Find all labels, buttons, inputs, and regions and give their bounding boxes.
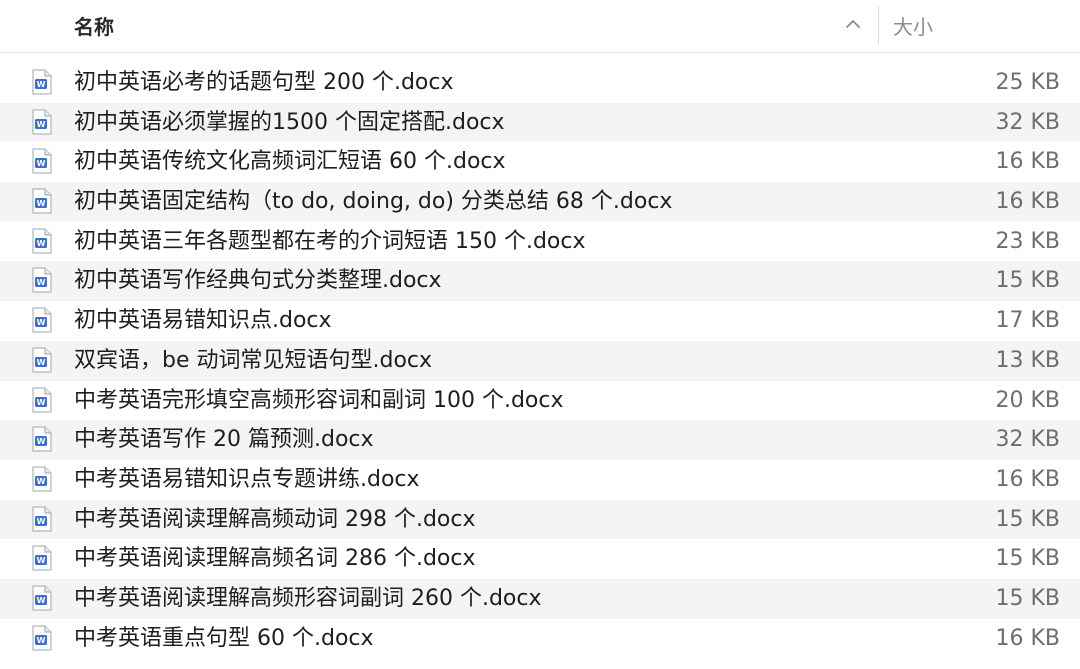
file-name: 初中英语固定结构（to do, doing, do) 分类总结 68 个.doc… [74, 189, 673, 215]
file-name: 中考英语阅读理解高频动词 298 个.docx [74, 506, 476, 532]
svg-text:W: W [37, 437, 46, 446]
file-row[interactable]: W 初中英语三年各题型都在考的介词短语 150 个.docx 23 KB [0, 222, 1080, 262]
file-size: 32 KB [995, 427, 1060, 453]
word-doc-icon: W [32, 506, 52, 532]
word-doc-icon: W [32, 347, 52, 373]
file-row[interactable]: W 中考英语阅读理解高频名词 286 个.docx 15 KB [0, 539, 1080, 579]
word-doc-icon: W [32, 109, 52, 135]
file-row[interactable]: W 中考英语重点句型 60 个.docx 16 KB [0, 619, 1080, 659]
file-size: 16 KB [995, 149, 1060, 175]
file-name: 初中英语写作经典句式分类整理.docx [74, 268, 442, 294]
word-doc-icon: W [32, 228, 52, 254]
word-doc-icon: W [32, 188, 52, 214]
svg-text:W: W [37, 80, 46, 89]
file-list: W 初中英语必考的话题句型 200 个.docx 25 KB W 初中英语必须掌… [0, 63, 1080, 658]
svg-text:W: W [37, 398, 46, 407]
file-row[interactable]: W 中考英语易错知识点专题讲练.docx 16 KB [0, 460, 1080, 500]
file-name: 中考英语完形填空高频形容词和副词 100 个.docx [74, 387, 564, 413]
svg-text:W: W [37, 556, 46, 565]
file-name: 中考英语阅读理解高频名词 286 个.docx [74, 546, 476, 572]
word-doc-icon: W [32, 585, 52, 611]
word-doc-icon: W [32, 307, 52, 333]
file-name: 中考英语写作 20 篇预测.docx [74, 427, 374, 453]
svg-text:W: W [37, 199, 46, 208]
file-size: 15 KB [995, 506, 1060, 532]
file-size: 15 KB [995, 268, 1060, 294]
file-row[interactable]: W 初中英语必考的话题句型 200 个.docx 25 KB [0, 63, 1080, 103]
file-row[interactable]: W 中考英语完形填空高频形容词和副词 100 个.docx 20 KB [0, 381, 1080, 421]
svg-text:W: W [37, 120, 46, 129]
word-doc-icon: W [32, 545, 52, 571]
svg-text:W: W [37, 358, 46, 367]
file-row[interactable]: W 初中英语固定结构（to do, doing, do) 分类总结 68 个.d… [0, 182, 1080, 222]
word-doc-icon: W [32, 426, 52, 452]
file-size: 16 KB [995, 466, 1060, 492]
file-row[interactable]: W 双宾语，be 动词常见短语句型.docx 13 KB [0, 340, 1080, 381]
file-size: 20 KB [995, 387, 1060, 413]
word-doc-icon: W [32, 625, 52, 651]
file-size: 25 KB [995, 70, 1060, 95]
file-name: 双宾语，be 动词常见短语句型.docx [74, 347, 433, 373]
file-row[interactable]: W 中考英语写作 20 篇预测.docx 32 KB [0, 420, 1080, 460]
word-doc-icon: W [32, 387, 52, 412]
word-doc-icon: W [32, 267, 52, 293]
file-name: 初中英语必考的话题句型 200 个.docx [74, 70, 454, 95]
file-name: 初中英语三年各题型都在考的介词短语 150 个.docx [74, 228, 586, 254]
svg-text:W: W [37, 278, 46, 287]
file-row[interactable]: W 中考英语阅读理解高频动词 298 个.docx 15 KB [0, 499, 1080, 540]
file-size: 15 KB [995, 585, 1060, 611]
file-size: 23 KB [995, 228, 1060, 254]
column-header-name[interactable]: 名称 [74, 11, 114, 40]
file-row[interactable]: W 初中英语必须掌握的1500 个固定搭配.docx 32 KB [0, 102, 1080, 143]
svg-text:W: W [37, 596, 46, 605]
svg-text:W: W [37, 239, 46, 248]
file-row[interactable]: W 初中英语易错知识点.docx 17 KB [0, 301, 1080, 341]
svg-text:W: W [37, 159, 46, 168]
file-row[interactable]: W 中考英语阅读理解高频形容词副词 260 个.docx 15 KB [0, 578, 1080, 619]
word-doc-icon: W [32, 466, 52, 492]
svg-text:W: W [37, 477, 46, 486]
chevron-up-icon[interactable] [842, 13, 864, 35]
file-name: 中考英语阅读理解高频形容词副词 260 个.docx [74, 585, 542, 611]
svg-text:W: W [37, 318, 46, 327]
column-header-bar: 名称 大小 [0, 0, 1080, 53]
svg-text:W: W [37, 517, 46, 526]
file-size: 17 KB [995, 308, 1060, 334]
file-name: 初中英语必须掌握的1500 个固定搭配.docx [74, 109, 505, 135]
file-name: 初中英语传统文化高频词汇短语 60 个.docx [74, 149, 506, 175]
file-size: 32 KB [995, 109, 1060, 135]
file-size: 16 KB [995, 625, 1060, 651]
file-name: 中考英语易错知识点专题讲练.docx [74, 466, 420, 492]
word-doc-icon: W [32, 69, 52, 95]
column-header-size[interactable]: 大小 [893, 11, 933, 40]
word-doc-icon: W [32, 148, 52, 174]
file-size: 15 KB [995, 546, 1060, 572]
file-size: 13 KB [995, 347, 1060, 373]
file-name: 中考英语重点句型 60 个.docx [74, 625, 374, 651]
column-divider[interactable] [878, 6, 879, 44]
svg-text:W: W [37, 636, 46, 645]
file-row[interactable]: W 初中英语写作经典句式分类整理.docx 15 KB [0, 261, 1080, 302]
file-row[interactable]: W 初中英语传统文化高频词汇短语 60 个.docx 16 KB [0, 142, 1080, 182]
file-size: 16 KB [995, 189, 1060, 215]
file-name: 初中英语易错知识点.docx [74, 308, 332, 334]
